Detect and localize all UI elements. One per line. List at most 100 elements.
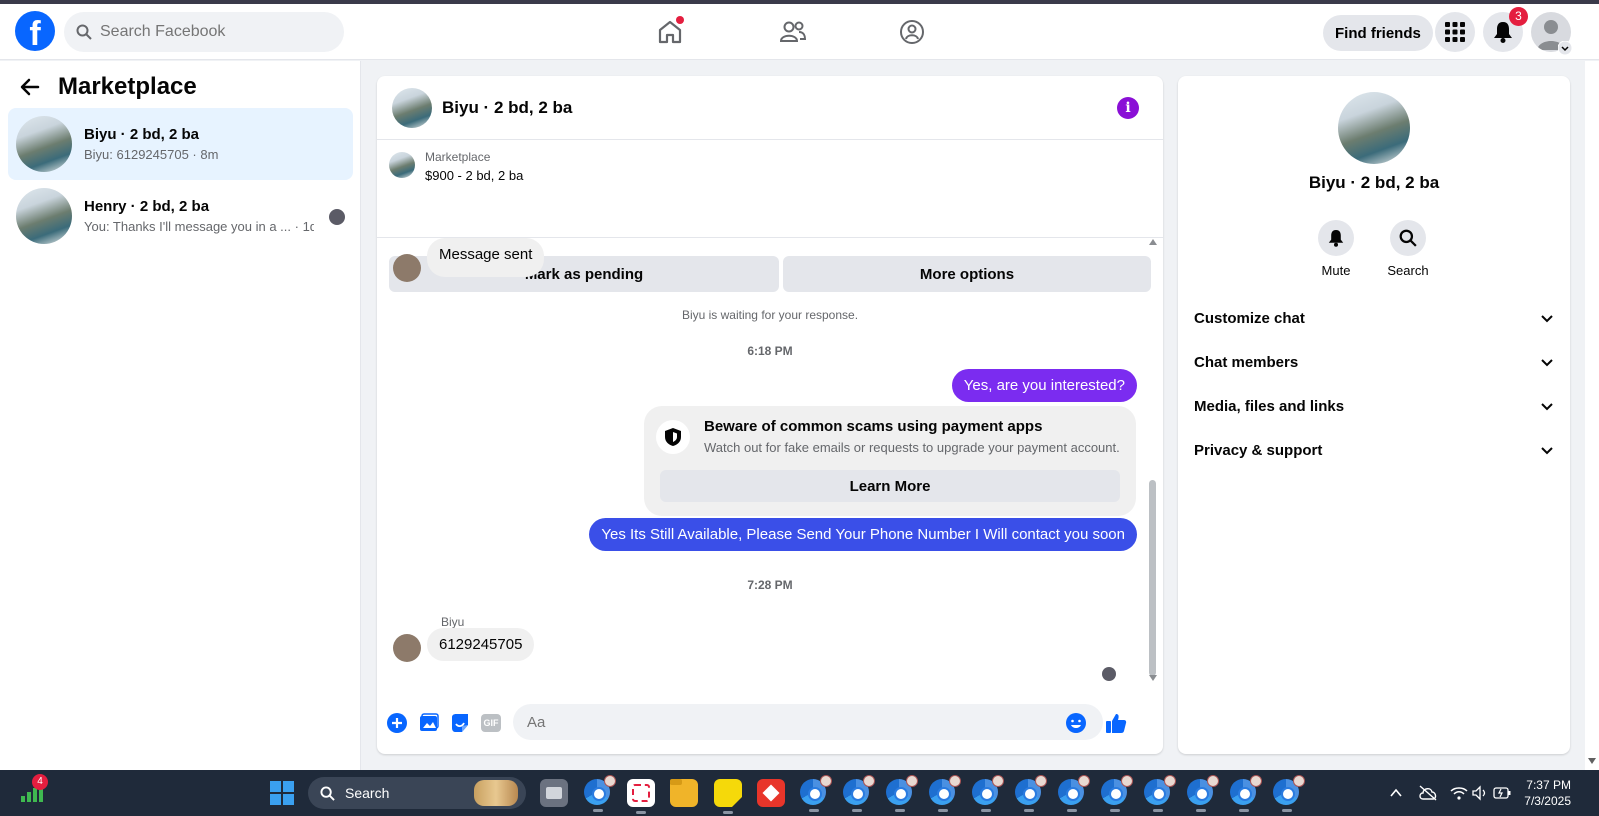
chrome-profile-icon[interactable] [972,775,1004,812]
groups-nav-button[interactable] [894,14,930,50]
message-composer: GIF [377,690,1163,754]
preview-text: You: Thanks I'll message you in a ... [84,219,291,234]
taskbar-search[interactable]: Search [308,777,526,809]
chrome-profile-icon[interactable] [1273,775,1305,812]
incoming-message[interactable]: Message sent [427,238,545,277]
search-icon [1390,220,1426,256]
chrome-profile-icon[interactable] [584,775,616,812]
search-action[interactable]: Search [1378,220,1438,278]
anydesk-icon[interactable] [757,779,785,807]
listing-price[interactable]: $900 - 2 bd, 2 ba [425,168,523,183]
conversation-item-biyu[interactable]: Biyu · 2 bd, 2 ba Biyu: 6129245705 · 8m [8,108,353,180]
bell-icon [1494,22,1512,43]
sticky-notes-icon[interactable] [714,779,742,814]
widgets-button[interactable]: 4 [20,774,48,806]
friends-icon [779,21,807,42]
section-label: Media, files and links [1194,397,1345,415]
windows-logo-icon [270,781,294,805]
details-name: Biyu · 2 bd, 2 ba [1308,173,1440,192]
gif-icon[interactable]: GIF [480,712,502,734]
chrome-profile-icon[interactable] [1101,775,1133,812]
search-input[interactable] [100,23,320,41]
groups-icon [900,20,924,44]
chrome-profile-icon[interactable] [1015,775,1047,812]
widget-badge: 4 [32,774,48,790]
task-view-icon[interactable] [540,779,568,807]
chrome-profile-icon[interactable] [800,775,832,812]
clock-date: 7/3/2025 [1524,794,1571,808]
chrome-profile-icon[interactable] [843,775,875,812]
waiting-notice: Biyu is waiting for your response. [681,308,859,322]
photo-icon[interactable] [418,712,440,734]
section-privacy-support[interactable]: Privacy & support [1194,432,1554,468]
file-explorer-icon[interactable] [670,779,698,807]
chrome-profile-icon[interactable] [1187,775,1219,812]
mute-label: Mute [1321,263,1351,278]
grid-menu-icon [1445,22,1465,42]
volume-icon[interactable] [1472,785,1488,801]
gif-label: GIF [481,714,501,732]
chrome-profile-icon[interactable] [1058,775,1090,812]
learn-more-button[interactable]: Learn More [660,470,1120,502]
snipping-tool-icon[interactable] [627,779,655,814]
chat-title[interactable]: Biyu · 2 bd, 2 ba [442,98,572,118]
section-label: Privacy & support [1194,441,1323,459]
message-input[interactable] [513,704,1103,740]
chat-avatar[interactable] [392,87,432,128]
chevron-down-icon[interactable] [1558,41,1572,55]
notifications-button[interactable]: 3 [1483,7,1528,52]
shield-icon [656,420,690,454]
outgoing-message[interactable]: Yes, are you interested? [951,369,1137,402]
notification-count-badge: 3 [1509,7,1528,26]
emoji-icon[interactable] [1065,712,1087,734]
chrome-profile-icon[interactable] [929,775,961,812]
facebook-search-box[interactable] [64,12,344,52]
conversation-item-henry[interactable]: Henry · 2 bd, 2 ba You: Thanks I'll mess… [8,180,353,252]
clock-time: 7:37 PM [1526,778,1571,792]
section-media-files-links[interactable]: Media, files and links [1194,388,1554,424]
scroll-up-arrow-icon[interactable] [1148,238,1158,246]
search-highlight-icon [474,780,518,806]
message-scrollbar[interactable] [1147,239,1158,686]
mute-action[interactable]: Mute [1306,220,1366,278]
conversation-name: Biyu · 2 bd, 2 ba [84,126,200,143]
home-nav-button[interactable] [652,14,688,50]
cloud-offline-icon[interactable] [1418,785,1438,801]
chrome-profile-icon[interactable] [1144,775,1176,812]
scroll-down-arrow-icon[interactable] [1148,674,1158,682]
scroll-thumb[interactable] [1149,480,1156,676]
chrome-profile-icon[interactable] [1230,775,1262,812]
sender-avatar [393,634,421,662]
page-scrollbar[interactable] [1585,61,1599,770]
chevron-down-icon [1541,447,1553,455]
section-label: Chat members [1194,353,1299,371]
section-label: Customize chat [1194,309,1305,327]
outgoing-message[interactable]: Yes Its Still Available, Please Send You… [589,518,1137,551]
friends-nav-button[interactable] [775,14,811,50]
chat-panel: Biyu · 2 bd, 2 ba i Marketplace $900 - 2… [377,76,1163,754]
bell-icon [1318,220,1354,256]
chevron-up-icon[interactable] [1389,787,1403,799]
page-title: Marketplace [58,73,197,100]
find-friends-button[interactable]: Find friends [1323,15,1433,51]
timestamp: 6:18 PM [747,344,793,358]
info-icon[interactable]: i [1117,97,1139,119]
incoming-message[interactable]: 6129245705 [427,628,535,661]
sticker-icon[interactable] [449,712,471,734]
scroll-down-arrow-icon[interactable] [1587,757,1597,765]
system-clock[interactable]: 7:37 PM 7/3/2025 [1509,777,1571,809]
start-button[interactable] [270,781,294,805]
marketplace-listing-strip: Marketplace $900 - 2 bd, 2 ba Mark as pe… [377,140,1163,292]
sender-name: Biyu [441,615,465,629]
section-customize-chat[interactable]: Customize chat [1194,300,1554,336]
read-receipt-avatar [329,209,345,225]
menu-button[interactable] [1435,12,1475,52]
listing-avatar[interactable] [1338,92,1410,164]
like-thumb-icon[interactable] [1105,712,1127,734]
wifi-icon[interactable] [1450,785,1468,801]
facebook-logo-icon[interactable]: f [15,11,55,51]
add-icon[interactable] [386,712,408,734]
back-arrow-icon[interactable] [20,77,40,97]
section-chat-members[interactable]: Chat members [1194,344,1554,380]
chrome-profile-icon[interactable] [886,775,918,812]
